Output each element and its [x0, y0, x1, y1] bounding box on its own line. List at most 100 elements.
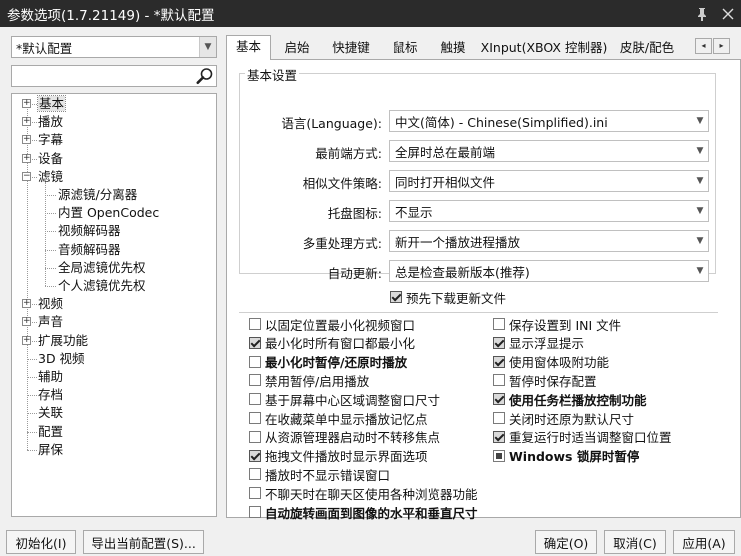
checkbox-box[interactable]: [249, 430, 261, 443]
chevron-down-icon[interactable]: ▼: [692, 261, 708, 281]
tree-item-subtitle[interactable]: 字幕: [38, 131, 63, 149]
expand-icon[interactable]: +: [22, 153, 31, 163]
pin-icon[interactable]: [689, 0, 715, 27]
tree-item-global-filter-priority[interactable]: 全局滤镜优先权: [58, 259, 146, 277]
tree-item-audio[interactable]: 声音: [38, 313, 63, 331]
tree-item-opencodec[interactable]: 内置 OpenCodec: [58, 204, 159, 222]
checkbox-box[interactable]: [249, 506, 261, 518]
close-icon[interactable]: [715, 0, 741, 27]
checkbox-box[interactable]: [249, 355, 261, 368]
option-checkbox[interactable]: 显示浮显提示: [493, 334, 584, 352]
tree-item-video-decoder[interactable]: 视频解码器: [58, 222, 121, 240]
checkbox-box[interactable]: [493, 336, 505, 349]
checkbox-box[interactable]: [493, 393, 505, 406]
chevron-right-icon[interactable]: ▸: [713, 38, 730, 54]
tree-item-association[interactable]: 关联: [38, 404, 63, 422]
expand-icon[interactable]: +: [22, 317, 31, 327]
option-checkbox[interactable]: 在收藏菜单中显示播放记忆点: [249, 409, 428, 427]
checkbox-box[interactable]: [249, 336, 261, 349]
option-checkbox[interactable]: 不聊天时在聊天区使用各种浏览器功能: [249, 484, 478, 502]
option-checkbox[interactable]: 重复运行时适当调整窗口位置: [493, 428, 672, 446]
tree-item-screensaver[interactable]: 屏保: [38, 441, 63, 459]
tree-item-basic[interactable]: 基本: [36, 95, 67, 113]
expand-icon[interactable]: +: [22, 135, 31, 145]
search-icon[interactable]: [196, 67, 214, 85]
option-checkbox[interactable]: 使用任务栏播放控制功能: [493, 390, 647, 408]
option-checkbox[interactable]: 最小化时所有窗口都最小化: [249, 334, 415, 352]
collapse-icon[interactable]: −: [22, 171, 31, 181]
tab-xinput[interactable]: XInput(XBOX 控制器): [478, 37, 610, 59]
auto-update-dropdown[interactable]: 总是检查最新版本(推荐) ▼: [389, 260, 709, 282]
option-checkbox[interactable]: 关闭时还原为默认尺寸: [493, 409, 634, 427]
settings-tree[interactable]: 基本 + 播放 + 字幕 + 设备 + 滤镜 − 源滤镜/分离器 内置 OpenCodec 视频解码器音…: [11, 93, 217, 517]
tree-item-assist[interactable]: 辅助: [38, 368, 63, 386]
tree-item-archive[interactable]: 存档: [38, 386, 63, 404]
expand-icon[interactable]: +: [22, 99, 31, 108]
expand-icon[interactable]: +: [22, 117, 31, 127]
tree-item-video[interactable]: 视频: [38, 295, 63, 313]
option-checkbox[interactable]: 基于屏幕中心区域调整窗口尺寸: [249, 390, 440, 408]
chevron-down-icon[interactable]: ▼: [692, 111, 708, 131]
tab-hotkeys[interactable]: 快捷键: [322, 37, 380, 59]
checkbox-box[interactable]: [493, 449, 505, 462]
initialize-button[interactable]: 初始化(I): [6, 530, 76, 554]
tray-icon-dropdown[interactable]: 不显示 ▼: [389, 200, 709, 222]
language-dropdown[interactable]: 中文(简体) - Chinese(Simplified).ini ▼: [389, 110, 709, 132]
profile-dropdown[interactable]: *默认配置 ▼: [11, 36, 217, 58]
ok-button[interactable]: 确定(O): [535, 530, 597, 554]
chevron-down-icon[interactable]: ▼: [692, 171, 708, 191]
expand-icon[interactable]: +: [22, 335, 31, 345]
checkbox-box[interactable]: [493, 374, 505, 387]
checkbox-box[interactable]: [249, 412, 261, 424]
checkbox-box[interactable]: [249, 487, 261, 500]
tree-item-playback[interactable]: 播放: [38, 113, 63, 131]
checkbox-box[interactable]: [249, 449, 261, 462]
tree-item-personal-filter-priority[interactable]: 个人滤镜优先权: [58, 277, 146, 295]
tab-basic[interactable]: 基本: [226, 35, 271, 60]
chevron-down-icon[interactable]: ▼: [199, 37, 216, 57]
search-input[interactable]: [12, 66, 192, 86]
tree-item-source-filter[interactable]: 源滤镜/分离器: [58, 186, 137, 204]
tab-mouse[interactable]: 鼠标: [382, 37, 428, 59]
tree-item-config[interactable]: 配置: [38, 423, 63, 441]
option-checkbox[interactable]: 保存设置到 INI 文件: [493, 315, 621, 333]
topmost-dropdown[interactable]: 全屏时总在最前端 ▼: [389, 140, 709, 162]
option-checkbox[interactable]: 拖拽文件播放时显示界面选项: [249, 447, 428, 465]
checkbox-box[interactable]: [390, 291, 402, 303]
export-config-button[interactable]: 导出当前配置(S)...: [83, 530, 204, 554]
option-checkbox[interactable]: 从资源管理器启动时不转移焦点: [249, 428, 440, 446]
cancel-button[interactable]: 取消(C): [604, 530, 666, 554]
tab-touch[interactable]: 触摸: [430, 37, 476, 59]
checkbox-box[interactable]: [493, 355, 505, 368]
multi-instance-dropdown[interactable]: 新开一个播放进程播放 ▼: [389, 230, 709, 252]
checkbox-box[interactable]: [493, 430, 505, 443]
search-field[interactable]: [11, 65, 217, 87]
tree-item-audio-decoder[interactable]: 音频解码器: [58, 241, 121, 259]
checkbox-box[interactable]: [249, 318, 261, 330]
chevron-down-icon[interactable]: ▼: [692, 231, 708, 251]
option-checkbox[interactable]: 最小化时暂停/还原时播放: [249, 353, 407, 371]
checkbox-box[interactable]: [493, 412, 505, 424]
option-checkbox[interactable]: 暂停时保存配置: [493, 371, 597, 389]
tree-item-filter[interactable]: 滤镜: [38, 168, 63, 186]
option-checkbox[interactable]: Windows 锁屏时暂停: [493, 447, 639, 465]
checkbox-box[interactable]: [249, 468, 261, 481]
option-checkbox[interactable]: 播放时不显示错误窗口: [249, 465, 390, 483]
chevron-left-icon[interactable]: ◂: [695, 38, 712, 54]
option-checkbox[interactable]: 以固定位置最小化视频窗口: [249, 315, 415, 333]
option-checkbox[interactable]: 自动旋转画面到图像的水平和垂直尺寸: [249, 503, 478, 521]
chevron-down-icon[interactable]: ▼: [692, 141, 708, 161]
predownload-checkbox[interactable]: 预先下载更新文件: [390, 288, 506, 306]
checkbox-box[interactable]: [493, 318, 505, 330]
tab-skin[interactable]: 皮肤/配色: [612, 37, 682, 59]
tree-item-3d-video[interactable]: 3D 视频: [38, 350, 85, 368]
option-checkbox[interactable]: 禁用暂停/启用播放: [249, 371, 369, 389]
apply-button[interactable]: 应用(A): [673, 530, 735, 554]
expand-icon[interactable]: +: [22, 299, 31, 309]
checkbox-box[interactable]: [249, 393, 261, 406]
similar-files-dropdown[interactable]: 同时打开相似文件 ▼: [389, 170, 709, 192]
tab-startup[interactable]: 启始: [274, 37, 320, 59]
option-checkbox[interactable]: 使用窗体吸附功能: [493, 353, 609, 371]
tree-item-device[interactable]: 设备: [38, 150, 63, 168]
checkbox-box[interactable]: [249, 374, 261, 387]
